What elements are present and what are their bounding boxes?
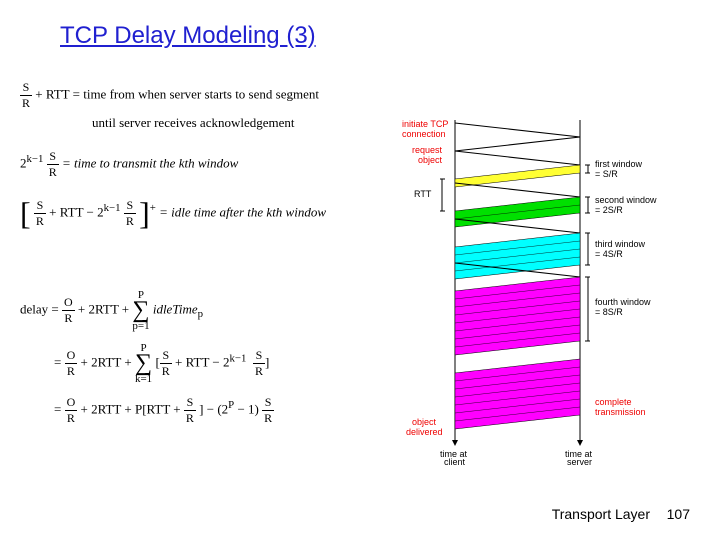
svg-text:transmission: transmission — [595, 407, 646, 417]
eq-line-2: 2k−1 SR = time to transmit the kth windo… — [20, 149, 400, 180]
svg-text:= S/R: = S/R — [595, 169, 618, 179]
footer-page-number: 107 — [667, 506, 690, 522]
label-initiate: initiate TCP — [402, 119, 448, 129]
footer-chapter: Transport Layer — [552, 506, 650, 522]
label-complete: complete — [595, 397, 632, 407]
svg-text:object: object — [418, 155, 443, 165]
label-window-2: second window — [595, 195, 657, 205]
equations-block: SR + RTT = time from when server starts … — [20, 76, 400, 430]
eq-line-1b: until server receives acknowledgement — [92, 115, 400, 131]
label-window-3: third window — [595, 239, 646, 249]
svg-text:= 2S/R: = 2S/R — [595, 205, 623, 215]
label-request: request — [412, 145, 443, 155]
eq-line-3: [ SR + RTT − 2k−1 SR ]+ = idle time afte… — [20, 198, 400, 229]
timing-diagram: initiate TCP connection request object R… — [400, 115, 660, 465]
label-rtt: RTT — [414, 189, 432, 199]
eq-delay-1: delay = OR + 2RTT + P∑p=1 idleTimep — [20, 289, 400, 332]
eq-delay-2: = OR + 2RTT + P∑k=1 [SR + RTT − 2k−1 SR] — [54, 342, 400, 385]
label-window-1: first window — [595, 159, 643, 169]
svg-text:client: client — [444, 457, 466, 465]
svg-text:delivered: delivered — [406, 427, 443, 437]
svg-text:connection: connection — [402, 129, 446, 139]
svg-text:= 4S/R: = 4S/R — [595, 249, 623, 259]
label-window-4: fourth window — [595, 297, 651, 307]
slide-title: TCP Delay Modeling (3) — [60, 22, 316, 50]
eq-delay-3: = OR + 2RTT + P[RTT + SR ] − (2P − 1) SR — [54, 395, 400, 426]
svg-text:= 8S/R: = 8S/R — [595, 307, 623, 317]
eq-line-1: SR + RTT = time from when server starts … — [20, 80, 400, 111]
svg-text:server: server — [567, 457, 592, 465]
label-delivered: object — [412, 417, 437, 427]
